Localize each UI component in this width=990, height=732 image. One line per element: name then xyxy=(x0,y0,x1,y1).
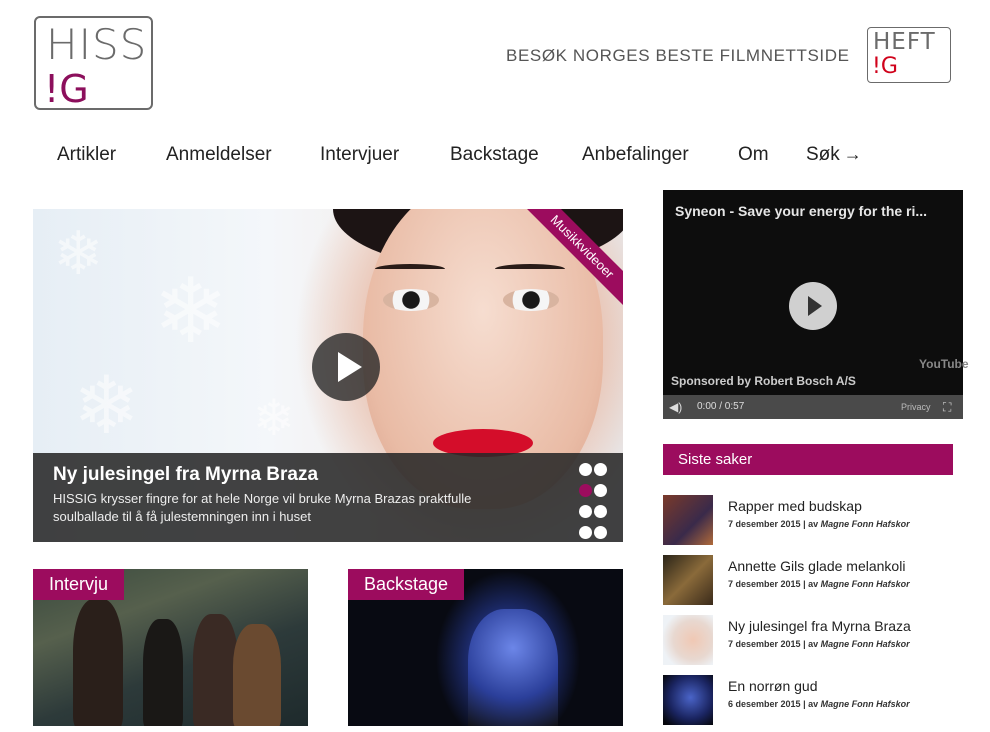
hero-image-brow xyxy=(375,264,445,274)
nav-item-anmeldelser[interactable]: Anmeldelser xyxy=(166,144,272,166)
logo-text-top: HISS xyxy=(46,20,148,69)
recent-meta: 6 desember 2015 | av Magne Fonn Hafskor xyxy=(728,699,910,709)
heftig-logo[interactable]: HEFT !G xyxy=(867,27,951,83)
slider-dot[interactable] xyxy=(594,505,607,518)
nav-item-backstage[interactable]: Backstage xyxy=(450,144,539,166)
video-controls: ◀) 0:00 / 0:57 Privacy ⛶ xyxy=(663,395,963,419)
tagline-link[interactable]: BESØK NORGES BESTE FILMNETTSIDE xyxy=(506,46,850,66)
snowflake-decoration: ❄ xyxy=(53,220,104,287)
slider-dot[interactable] xyxy=(594,484,607,497)
recent-author[interactable]: Magne Fonn Hafskor xyxy=(821,579,910,589)
search-label: Søk xyxy=(806,144,840,165)
nav-item-artikler[interactable]: Artikler xyxy=(57,144,116,166)
video-title[interactable]: Syneon - Save your energy for the ri... xyxy=(675,203,927,219)
recent-thumb[interactable] xyxy=(663,495,713,545)
card-image-figure xyxy=(468,609,558,726)
hero-image-eye xyxy=(503,289,559,311)
recent-meta: 7 desember 2015 | av Magne Fonn Hafskor xyxy=(728,519,910,529)
card-intervju[interactable]: Intervju xyxy=(33,569,308,726)
logo-text-bottom: !G xyxy=(44,67,89,111)
slider-pagination xyxy=(579,463,613,542)
recent-author-prefix: | av xyxy=(803,579,819,589)
youtube-logo[interactable]: YouTube xyxy=(919,357,969,371)
nav-item-anbefalinger[interactable]: Anbefalinger xyxy=(582,144,689,166)
card-backstage[interactable]: Backstage xyxy=(348,569,623,726)
recent-author-prefix: | av xyxy=(803,519,819,529)
recent-item[interactable]: Annette Gils glade melankoli 7 desember … xyxy=(663,555,963,605)
slider-dot[interactable] xyxy=(594,526,607,539)
recent-title[interactable]: Rapper med budskap xyxy=(728,498,862,514)
heft-text-top: HEFT xyxy=(873,29,936,55)
hero-description: HISSIG krysser fingre for at hele Norge … xyxy=(53,491,472,524)
recent-meta: 7 desember 2015 | av Magne Fonn Hafskor xyxy=(728,579,910,589)
card-label: Intervju xyxy=(33,569,125,600)
recent-item[interactable]: Ny julesingel fra Myrna Braza 7 desember… xyxy=(663,615,963,665)
recent-date: 7 desember 2015 xyxy=(728,579,801,589)
hero-title[interactable]: Ny julesingel fra Myrna Braza xyxy=(53,464,318,486)
video-play-icon[interactable] xyxy=(789,282,837,330)
recent-date: 7 desember 2015 xyxy=(728,639,801,649)
snowflake-decoration: ❄ xyxy=(73,361,141,450)
hero-image-brow xyxy=(495,264,565,274)
hero-image-eye xyxy=(383,289,439,311)
recent-item[interactable]: En norrøn gud 6 desember 2015 | av Magne… xyxy=(663,675,963,725)
recent-title[interactable]: Annette Gils glade melankoli xyxy=(728,558,905,574)
snowflake-decoration: ❄ xyxy=(253,390,295,446)
recent-author[interactable]: Magne Fonn Hafskor xyxy=(821,639,910,649)
recent-author[interactable]: Magne Fonn Hafskor xyxy=(821,699,910,709)
card-image-figure xyxy=(143,619,183,726)
recent-thumb[interactable] xyxy=(663,615,713,665)
slider-dot[interactable] xyxy=(594,463,607,476)
hissig-logo[interactable]: HISS !G xyxy=(34,16,153,110)
arrow-right-icon: → xyxy=(843,144,862,164)
slider-dot[interactable] xyxy=(579,463,592,476)
recent-thumb[interactable] xyxy=(663,555,713,605)
recent-heading: Siste saker xyxy=(663,444,953,475)
play-icon[interactable] xyxy=(312,333,380,401)
video-time: 0:00 / 0:57 xyxy=(697,401,745,412)
volume-icon[interactable]: ◀) xyxy=(669,400,682,414)
card-image-figure xyxy=(233,624,281,726)
recent-item[interactable]: Rapper med budskap 7 desember 2015 | av … xyxy=(663,495,963,545)
hero-slider[interactable]: ❄ ❄ ❄ ❄ Musikkvideoer Ny julesingel fra … xyxy=(33,209,623,542)
recent-thumb[interactable] xyxy=(663,675,713,725)
recent-author-prefix: | av xyxy=(803,699,819,709)
card-image-figure xyxy=(193,614,238,726)
video-sponsor: Sponsored by Robert Bosch A/S xyxy=(671,374,856,388)
slider-dot[interactable] xyxy=(579,526,592,539)
card-image-figure xyxy=(73,599,123,726)
main-nav: Artikler Anmeldelser Intervjuer Backstag… xyxy=(0,144,990,168)
slider-dot[interactable] xyxy=(579,505,592,518)
fullscreen-icon[interactable]: ⛶ xyxy=(943,400,951,415)
recent-date: 6 desember 2015 xyxy=(728,699,801,709)
nav-item-intervjuer[interactable]: Intervjuer xyxy=(320,144,399,166)
heft-text-bottom: !G xyxy=(872,54,898,79)
recent-title[interactable]: Ny julesingel fra Myrna Braza xyxy=(728,618,911,634)
slider-dot-active[interactable] xyxy=(579,484,592,497)
recent-meta: 7 desember 2015 | av Magne Fonn Hafskor xyxy=(728,639,910,649)
nav-item-om[interactable]: Om xyxy=(738,144,769,166)
youtube-embed[interactable]: Syneon - Save your energy for the ri... … xyxy=(663,190,969,419)
recent-title[interactable]: En norrøn gud xyxy=(728,678,818,694)
recent-author[interactable]: Magne Fonn Hafskor xyxy=(821,519,910,529)
hero-caption: Ny julesingel fra Myrna Braza HISSIG kry… xyxy=(33,453,623,542)
card-label: Backstage xyxy=(348,569,465,600)
privacy-link[interactable]: Privacy xyxy=(901,402,931,412)
snowflake-decoration: ❄ xyxy=(153,262,229,362)
nav-item-search[interactable]: Søk → xyxy=(806,144,862,166)
recent-date: 7 desember 2015 xyxy=(728,519,801,529)
recent-author-prefix: | av xyxy=(803,639,819,649)
